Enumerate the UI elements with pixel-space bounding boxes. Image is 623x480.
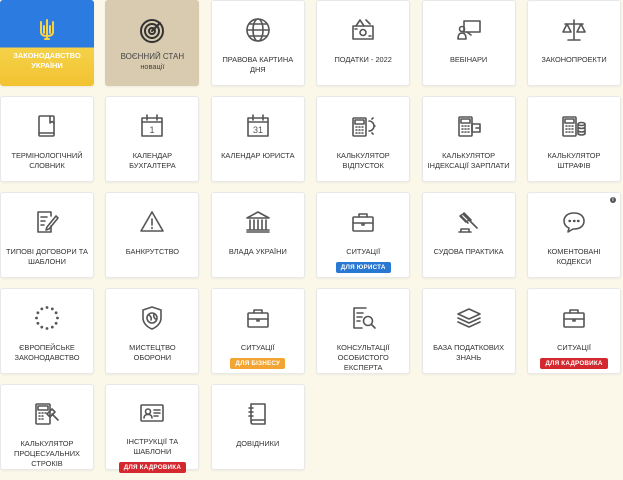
tile-label: КАЛЕНДАР БУХГАЛТЕРА: [129, 151, 176, 170]
tile-label: БАНКРУТСТВО: [125, 247, 180, 256]
tile-10[interactable]: КАЛЬКУЛЯТОР ІНДЕКСАЦІЇ ЗАРПЛАТИ: [421, 96, 516, 182]
tile-0[interactable]: ЗАКОНОДАВСТВО УКРАЇНИ: [0, 0, 94, 86]
tile-14[interactable]: ВЛАДА УКРАЇНИ: [210, 192, 305, 278]
tile-13[interactable]: БАНКРУТСТВО: [105, 192, 200, 278]
globe-icon: [244, 15, 272, 45]
document-pen-icon: [33, 207, 61, 237]
tile-label: КАЛЬКУЛЯТОР ІНДЕКСАЦІЇ ЗАРПЛАТИ: [427, 151, 510, 170]
tile-20[interactable]: СИТУАЦІЇ ДЛЯ БІЗНЕСУ: [210, 288, 305, 374]
tile-3[interactable]: ПОДАТКИ - 2022: [316, 0, 411, 86]
shield-globe-icon: [138, 303, 166, 333]
tile-badge: ДЛЯ БІЗНЕСУ: [230, 358, 286, 369]
briefcase-icon: [560, 303, 588, 333]
tile-label: ПОДАТКИ - 2022: [334, 55, 392, 64]
calendar-31-icon: 31: [244, 111, 272, 141]
tile-badge: ДЛЯ КАДРОВИКА: [118, 462, 187, 473]
tile-badge: ДЛЯ ЮРИСТА: [335, 262, 391, 273]
speech-bubble-icon: [560, 207, 588, 237]
tile-badge: ДЛЯ КАДРОВИКА: [540, 358, 608, 369]
government-building-icon: [244, 207, 272, 237]
tile-label: ЄВРОПЕЙСЬКЕ ЗАКОНОДАВСТВО: [14, 343, 80, 362]
tile-label: ТЕРМІНОЛОГІЧНИЙ СЛОВНИК: [11, 151, 83, 170]
tile-label: ВЕБІНАРИ: [449, 55, 488, 64]
tile-21[interactable]: КОНСУЛЬТАЦІЇ ОСОБИСТОГО ЕКСПЕРТА: [316, 288, 411, 374]
tile-label: БАЗА ПОДАТКОВИХ ЗНАНЬ: [433, 343, 505, 362]
layers-icon: [455, 303, 483, 333]
calculator-coins-icon: [560, 111, 588, 141]
handbook-icon: [244, 399, 272, 429]
tile-label: ЗАКОНОДАВСТВО УКРАЇНИ: [13, 51, 81, 70]
tile-26[interactable]: ДОВІДНИКИ: [210, 384, 305, 470]
tile-label: ІНСТРУКЦІЇ ТА ШАБЛОНИ: [126, 437, 179, 456]
target-icon: [138, 16, 166, 46]
tile-24[interactable]: КАЛЬКУЛЯТОР ПРОЦЕСУАЛЬНИХ СТРОКІВ: [0, 384, 94, 470]
tile-label: КАЛЕНДАР ЮРИСТА: [221, 151, 295, 160]
svg-text:1: 1: [150, 125, 155, 135]
info-icon[interactable]: i: [610, 197, 616, 203]
tile-12[interactable]: ТИПОВІ ДОГОВОРИ ТА ШАБЛОНИ: [0, 192, 94, 278]
tax-money-icon: [349, 15, 377, 45]
tile-label: КАЛЬКУЛЯТОР ПРОЦЕСУАЛЬНИХ СТРОКІВ: [14, 439, 80, 468]
tile-6[interactable]: ТЕРМІНОЛОГІЧНИЙ СЛОВНИК: [0, 96, 94, 182]
tile-label: МИСТЕЦТВО ОБОРОНИ: [129, 343, 176, 362]
tile-label: СИТУАЦІЇ: [240, 343, 275, 352]
tile-4[interactable]: ВЕБІНАРИ: [421, 0, 516, 86]
tile-9[interactable]: КАЛЬКУЛЯТОР ВІДПУСТОК: [316, 96, 411, 182]
tile-label: КАЛЬКУЛЯТОР ВІДПУСТОК: [336, 151, 390, 170]
scales-icon: [560, 15, 588, 45]
briefcase-icon: [349, 207, 377, 237]
tile-1[interactable]: ВОЄННИЙ СТАН новації: [105, 0, 200, 86]
tile-label: ВОЄННИЙ СТАН: [120, 51, 185, 61]
calculator-sun-icon: [349, 111, 377, 141]
trident-icon: [33, 15, 61, 45]
tile-label: ДОВІДНИКИ: [236, 439, 280, 448]
tile-label: СИТУАЦІЇ: [557, 343, 591, 352]
tile-5[interactable]: ЗАКОНОПРОЕКТИ: [527, 0, 621, 86]
tile-label: ТИПОВІ ДОГОВОРИ ТА ШАБЛОНИ: [6, 247, 88, 266]
tile-7[interactable]: 1 КАЛЕНДАР БУХГАЛТЕРА: [105, 96, 200, 182]
tile-label: ПРАВОВА КАРТИНА ДНЯ: [222, 55, 294, 74]
calculator-gavel-icon: [33, 399, 61, 429]
tile-label: СИТУАЦІЇ: [346, 247, 381, 256]
tile-label: ЗАКОНОПРОЕКТИ: [541, 55, 607, 64]
calculator-wallet-icon: [455, 111, 483, 141]
tile-25[interactable]: ІНСТРУКЦІЇ ТА ШАБЛОНИ ДЛЯ КАДРОВИКА: [105, 384, 200, 473]
tile-23[interactable]: СИТУАЦІЇ ДЛЯ КАДРОВИКА: [527, 288, 621, 374]
tile-label: КОНСУЛЬТАЦІЇ ОСОБИСТОГО ЕКСПЕРТА: [336, 343, 390, 372]
tile-label: КАЛЬКУЛЯТОР ШТРАФІВ: [547, 151, 601, 170]
tile-19[interactable]: МИСТЕЦТВО ОБОРОНИ: [105, 288, 200, 374]
tile-label: ВЛАДА УКРАЇНИ: [228, 247, 287, 256]
calendar-1-icon: 1: [138, 111, 166, 141]
svg-text:31: 31: [253, 125, 263, 135]
document-magnifier-icon: [349, 303, 377, 333]
tile-sublabel: новації: [140, 61, 165, 71]
tile-22[interactable]: БАЗА ПОДАТКОВИХ ЗНАНЬ: [421, 288, 516, 374]
tile-15[interactable]: СИТУАЦІЇ ДЛЯ ЮРИСТА: [316, 192, 411, 278]
tile-17[interactable]: КОМЕНТОВАНІ КОДЕКСИ i: [527, 192, 621, 278]
tile-2[interactable]: ПРАВОВА КАРТИНА ДНЯ: [210, 0, 305, 86]
book-icon: [33, 111, 61, 141]
tile-16[interactable]: СУДОВА ПРАКТИКА: [421, 192, 516, 278]
tile-11[interactable]: КАЛЬКУЛЯТОР ШТРАФІВ: [527, 96, 621, 182]
tile-label: КОМЕНТОВАНІ КОДЕКСИ: [547, 247, 601, 266]
tile-8[interactable]: 31 КАЛЕНДАР ЮРИСТА: [210, 96, 305, 182]
id-card-icon: [138, 399, 166, 427]
gavel-icon: [455, 207, 483, 237]
tile-label: СУДОВА ПРАКТИКА: [433, 247, 504, 256]
warning-icon: [138, 207, 166, 237]
eu-stars-icon: [33, 303, 61, 333]
briefcase-icon: [244, 303, 272, 333]
tile-18[interactable]: ЄВРОПЕЙСЬКЕ ЗАКОНОДАВСТВО: [0, 288, 94, 374]
presenter-icon: [455, 15, 483, 45]
